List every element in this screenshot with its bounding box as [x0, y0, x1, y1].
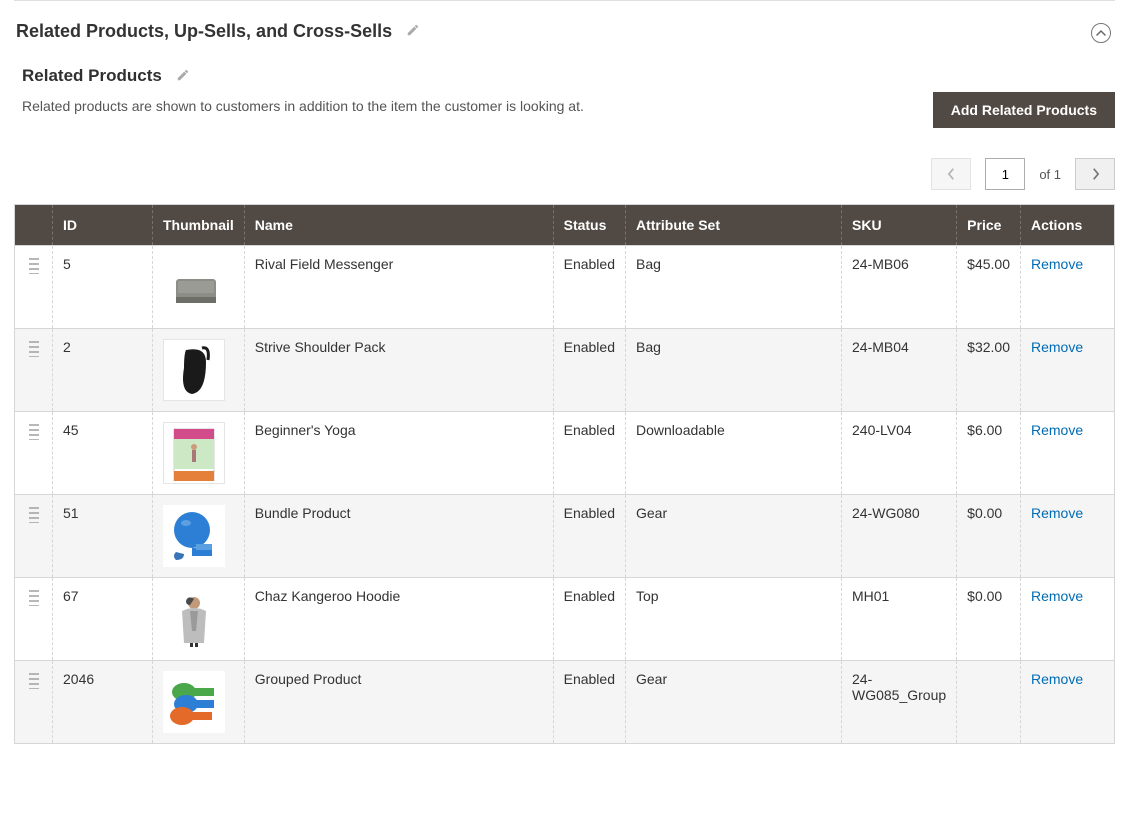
cell-price: $0.00: [957, 495, 1021, 578]
add-related-products-button[interactable]: Add Related Products: [933, 92, 1115, 128]
product-thumbnail[interactable]: [163, 505, 225, 567]
drag-handle-icon[interactable]: [29, 424, 39, 440]
cell-price: [957, 661, 1021, 744]
table-row: 5 Rival Field Messenger Enabled Bag 24-M…: [15, 246, 1115, 329]
edit-icon[interactable]: [176, 68, 190, 85]
section-sub-title: Related Products: [22, 66, 162, 86]
cell-id: 2: [53, 329, 153, 412]
drag-handle-icon[interactable]: [29, 590, 39, 606]
chevron-up-icon: [1096, 28, 1106, 38]
cell-status: Enabled: [553, 412, 625, 495]
column-header-sku[interactable]: SKU: [842, 205, 957, 246]
cell-id: 51: [53, 495, 153, 578]
cell-attribute-set: Bag: [626, 329, 842, 412]
cell-id: 45: [53, 412, 153, 495]
cell-name: Strive Shoulder Pack: [244, 329, 553, 412]
product-thumbnail[interactable]: [163, 339, 225, 401]
cell-attribute-set: Gear: [626, 495, 842, 578]
cell-thumbnail: [153, 412, 245, 495]
cell-attribute-set: Downloadable: [626, 412, 842, 495]
section-main-title: Related Products, Up-Sells, and Cross-Se…: [16, 21, 392, 42]
page-number-input[interactable]: [985, 158, 1025, 190]
cell-status: Enabled: [553, 495, 625, 578]
page-total-label: of 1: [1039, 167, 1061, 182]
cell-price: $32.00: [957, 329, 1021, 412]
column-header-thumb[interactable]: Thumbnail: [153, 205, 245, 246]
table-row: 45 Beginner's Yoga Enabled Downloadable …: [15, 412, 1115, 495]
cell-actions: Remove: [1021, 246, 1115, 329]
cell-id: 2046: [53, 661, 153, 744]
table-row: 67 Chaz Kangeroo Hoodie Enabled Top MH01…: [15, 578, 1115, 661]
cell-price: $0.00: [957, 578, 1021, 661]
table-row: 2 Strive Shoulder Pack Enabled Bag 24-MB…: [15, 329, 1115, 412]
cell-sku: 24-MB04: [842, 329, 957, 412]
related-products-table: ID Thumbnail Name Status Attribute Set S…: [14, 204, 1115, 744]
table-row: 51 Bundle Product Enabled Gear 24-WG080 …: [15, 495, 1115, 578]
cell-attribute-set: Top: [626, 578, 842, 661]
cell-price: $6.00: [957, 412, 1021, 495]
cell-name: Rival Field Messenger: [244, 246, 553, 329]
remove-link[interactable]: Remove: [1031, 422, 1083, 438]
cell-sku: 24-MB06: [842, 246, 957, 329]
cell-name: Beginner's Yoga: [244, 412, 553, 495]
cell-sku: 24-WG085_Group: [842, 661, 957, 744]
drag-handle-icon[interactable]: [29, 673, 39, 689]
prev-page-button[interactable]: [931, 158, 971, 190]
edit-icon[interactable]: [406, 23, 420, 40]
remove-link[interactable]: Remove: [1031, 505, 1083, 521]
column-header-price[interactable]: Price: [957, 205, 1021, 246]
column-header-status[interactable]: Status: [553, 205, 625, 246]
collapse-toggle[interactable]: [1091, 23, 1111, 43]
section-header[interactable]: Related Products, Up-Sells, and Cross-Se…: [14, 1, 1115, 66]
cell-price: $45.00: [957, 246, 1021, 329]
remove-link[interactable]: Remove: [1031, 588, 1083, 604]
column-header-attr[interactable]: Attribute Set: [626, 205, 842, 246]
cell-actions: Remove: [1021, 578, 1115, 661]
product-thumbnail[interactable]: [163, 588, 225, 650]
chevron-right-icon: [1091, 167, 1100, 181]
remove-link[interactable]: Remove: [1031, 671, 1083, 687]
cell-thumbnail: [153, 578, 245, 661]
cell-thumbnail: [153, 495, 245, 578]
chevron-left-icon: [947, 167, 956, 181]
cell-attribute-set: Gear: [626, 661, 842, 744]
cell-sku: 24-WG080: [842, 495, 957, 578]
column-header-drag: [15, 205, 53, 246]
drag-handle-icon[interactable]: [29, 258, 39, 274]
cell-id: 67: [53, 578, 153, 661]
cell-actions: Remove: [1021, 329, 1115, 412]
cell-status: Enabled: [553, 578, 625, 661]
cell-status: Enabled: [553, 661, 625, 744]
remove-link[interactable]: Remove: [1031, 256, 1083, 272]
cell-status: Enabled: [553, 329, 625, 412]
pagination: of 1: [14, 128, 1115, 204]
cell-thumbnail: [153, 329, 245, 412]
cell-name: Grouped Product: [244, 661, 553, 744]
cell-attribute-set: Bag: [626, 246, 842, 329]
cell-thumbnail: [153, 246, 245, 329]
cell-thumbnail: [153, 661, 245, 744]
cell-id: 5: [53, 246, 153, 329]
cell-status: Enabled: [553, 246, 625, 329]
table-row: 2046 Grouped Product Enabled Gear 24-WG0…: [15, 661, 1115, 744]
cell-actions: Remove: [1021, 495, 1115, 578]
column-header-name[interactable]: Name: [244, 205, 553, 246]
drag-handle-icon[interactable]: [29, 341, 39, 357]
cell-sku: 240-LV04: [842, 412, 957, 495]
cell-actions: Remove: [1021, 661, 1115, 744]
remove-link[interactable]: Remove: [1031, 339, 1083, 355]
column-header-actions[interactable]: Actions: [1021, 205, 1115, 246]
cell-name: Bundle Product: [244, 495, 553, 578]
next-page-button[interactable]: [1075, 158, 1115, 190]
product-thumbnail[interactable]: [163, 256, 225, 318]
cell-sku: MH01: [842, 578, 957, 661]
drag-handle-icon[interactable]: [29, 507, 39, 523]
column-header-id[interactable]: ID: [53, 205, 153, 246]
cell-name: Chaz Kangeroo Hoodie: [244, 578, 553, 661]
cell-actions: Remove: [1021, 412, 1115, 495]
product-thumbnail[interactable]: [163, 422, 225, 484]
product-thumbnail[interactable]: [163, 671, 225, 733]
